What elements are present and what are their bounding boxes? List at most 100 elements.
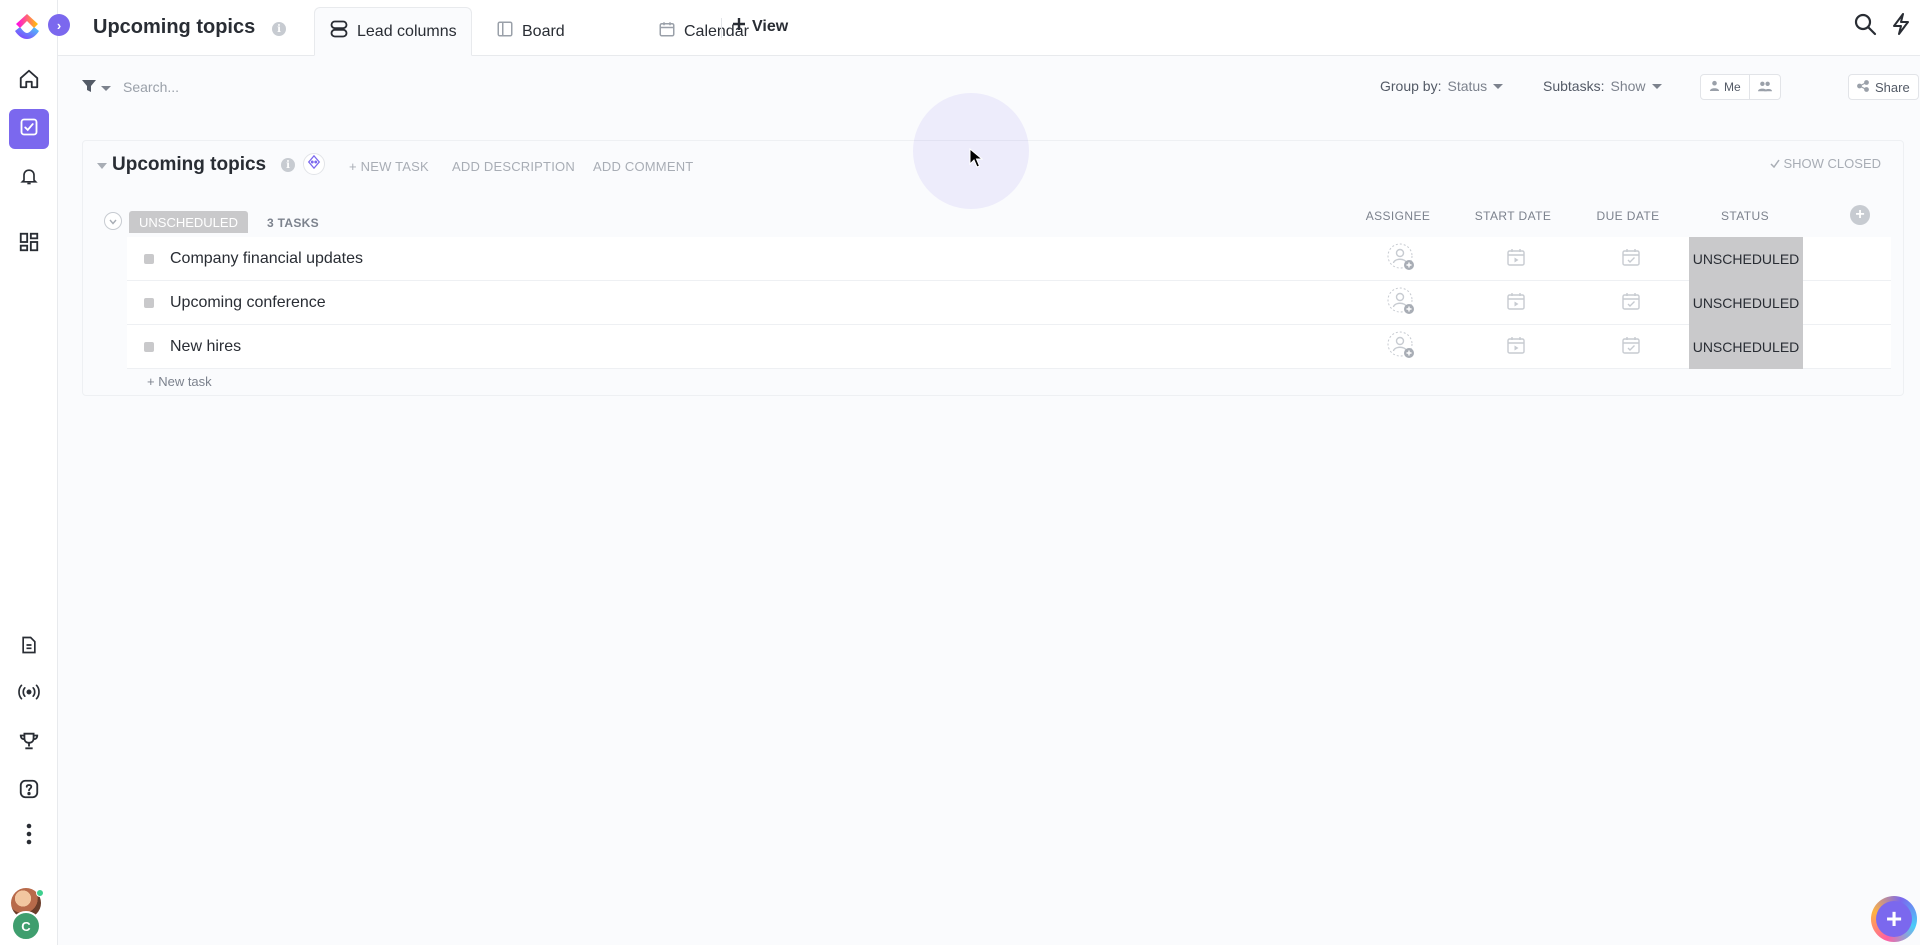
status-group-pill[interactable]: UNSCHEDULED	[129, 211, 248, 233]
workspace-avatar[interactable]: C	[11, 911, 41, 941]
group-by-value: Status	[1447, 78, 1488, 94]
task-rows: Company financial updates UNSCHEDULED Up…	[127, 237, 1891, 369]
assignee-filter-group: Me	[1700, 74, 1781, 100]
docs-nav-item[interactable]	[9, 627, 49, 667]
more-nav-item[interactable]	[9, 816, 49, 856]
due-date-cell[interactable]	[1617, 245, 1645, 273]
calendar-due-icon	[1621, 335, 1641, 360]
pulse-nav-item[interactable]	[9, 674, 49, 714]
checkbox-icon	[19, 117, 39, 142]
list-view-icon	[329, 19, 349, 44]
tab-lead-columns[interactable]: Lead columns	[314, 7, 472, 56]
task-count: 3 TASKS	[267, 216, 319, 230]
expand-sidebar-button[interactable]: ›	[48, 14, 70, 36]
share-icon	[1857, 79, 1869, 95]
table-row[interactable]: Company financial updates UNSCHEDULED	[127, 237, 1891, 281]
tab-label: Lead columns	[357, 22, 457, 40]
assignee-cell[interactable]	[1387, 331, 1415, 361]
group-by-label: Group by:	[1380, 78, 1442, 94]
add-column-button[interactable]: +	[1850, 205, 1870, 225]
calendar-start-icon	[1506, 247, 1526, 272]
add-description-link[interactable]: ADD DESCRIPTION	[452, 159, 575, 174]
task-name[interactable]: Company financial updates	[170, 250, 363, 268]
task-name[interactable]: Upcoming conference	[170, 294, 326, 312]
status-cell[interactable]: UNSCHEDULED	[1689, 237, 1803, 281]
assignee-cell[interactable]	[1387, 287, 1415, 320]
check-icon	[1770, 156, 1784, 171]
my-tasks-nav-item[interactable]	[9, 109, 49, 149]
add-assignee-icon	[1387, 287, 1415, 320]
plus-icon: +	[1876, 901, 1912, 937]
list-info-icon[interactable]: i	[281, 158, 295, 172]
calendar-start-icon	[1506, 291, 1526, 316]
lightning-icon	[1890, 12, 1912, 41]
notifications-nav-item[interactable]	[9, 158, 49, 198]
status-cell[interactable]: UNSCHEDULED	[1689, 325, 1803, 369]
search-input[interactable]	[123, 76, 423, 98]
filter-icon	[81, 78, 97, 99]
calendar-due-icon	[1621, 291, 1641, 316]
home-icon	[18, 68, 40, 95]
tab-board[interactable]: Board	[482, 7, 579, 56]
help-nav-item[interactable]	[9, 771, 49, 811]
add-view-button[interactable]: View	[732, 17, 788, 36]
column-header-start-date[interactable]: START DATE	[1463, 209, 1563, 223]
start-date-cell[interactable]	[1502, 333, 1530, 361]
robot-icon	[307, 154, 321, 174]
task-name[interactable]: New hires	[170, 338, 241, 356]
broadcast-icon	[17, 682, 41, 707]
me-filter-button[interactable]: Me	[1701, 75, 1749, 99]
task-status-square[interactable]	[144, 342, 154, 352]
assignees-filter-button[interactable]	[1748, 75, 1780, 99]
left-sidebar: › C	[0, 0, 70, 945]
board-view-icon	[496, 20, 514, 43]
add-task-link[interactable]: + New task	[147, 374, 212, 389]
subtasks-dropdown[interactable]: Subtasks: Show	[1543, 78, 1662, 94]
new-task-link[interactable]: + NEW TASK	[349, 159, 429, 174]
list-automation-button[interactable]	[303, 153, 325, 175]
clickup-logo[interactable]	[10, 9, 44, 43]
task-status-square[interactable]	[144, 298, 154, 308]
mouse-cursor-icon	[969, 147, 984, 173]
subtasks-label: Subtasks:	[1543, 78, 1605, 94]
quick-create-button[interactable]: +	[1871, 896, 1917, 942]
collapse-group-button[interactable]	[104, 212, 122, 230]
spaces-nav-item[interactable]	[9, 224, 49, 264]
search-button[interactable]	[1851, 12, 1879, 40]
due-date-cell[interactable]	[1617, 289, 1645, 317]
share-button[interactable]: Share	[1848, 74, 1919, 100]
add-view-label: View	[752, 17, 789, 35]
group-by-dropdown[interactable]: Group by: Status	[1380, 78, 1504, 94]
automations-button[interactable]	[1887, 12, 1915, 40]
start-date-cell[interactable]	[1502, 245, 1530, 273]
status-cell[interactable]: UNSCHEDULED	[1689, 281, 1803, 325]
subtasks-value: Show	[1610, 78, 1646, 94]
add-comment-link[interactable]: ADD COMMENT	[593, 159, 693, 174]
tab-label: Board	[522, 22, 565, 40]
table-row[interactable]: New hires UNSCHEDULED	[127, 325, 1891, 369]
trophy-icon	[18, 730, 40, 757]
title-info-icon[interactable]: i	[272, 22, 286, 36]
vertical-dots-icon	[26, 823, 32, 850]
goals-nav-item[interactable]	[9, 723, 49, 763]
chevron-down-icon	[101, 86, 111, 91]
column-header-due-date[interactable]: DUE DATE	[1578, 209, 1678, 223]
start-date-cell[interactable]	[1502, 289, 1530, 317]
page-title: Upcoming topics	[93, 16, 256, 38]
calendar-view-icon	[658, 20, 676, 43]
chevron-down-icon	[109, 212, 117, 230]
calendar-start-icon	[1506, 335, 1526, 360]
column-header-assignee[interactable]: ASSIGNEE	[1348, 209, 1448, 223]
due-date-cell[interactable]	[1617, 333, 1645, 361]
collapse-list-icon[interactable]	[97, 163, 107, 169]
assignee-cell[interactable]	[1387, 243, 1415, 273]
home-nav-item[interactable]	[9, 61, 49, 101]
table-row[interactable]: Upcoming conference UNSCHEDULED	[127, 281, 1891, 325]
people-icon	[1757, 80, 1772, 95]
share-label: Share	[1875, 79, 1910, 95]
column-header-status[interactable]: STATUS	[1695, 209, 1795, 223]
show-closed-label: SHOW CLOSED	[1783, 156, 1881, 171]
filter-button[interactable]	[81, 78, 111, 99]
task-status-square[interactable]	[144, 254, 154, 264]
show-closed-toggle[interactable]: SHOW CLOSED	[1770, 156, 1881, 171]
